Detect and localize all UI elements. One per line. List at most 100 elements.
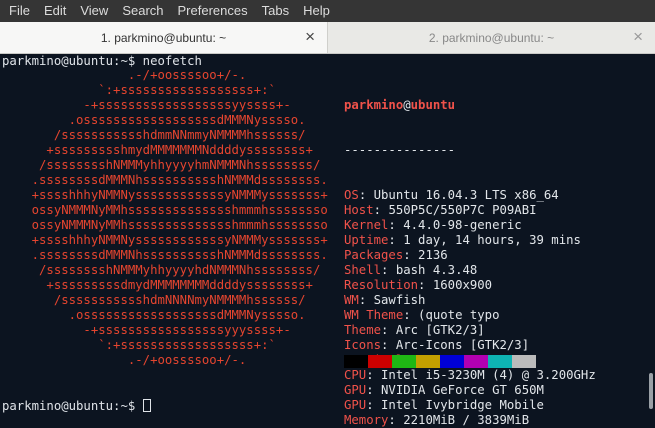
logo-line: `:+ssssssssssssssssss+:`	[2, 83, 276, 97]
logo-line: /ssssssssssshdmNNNNmyNMMMMhssssss/	[2, 293, 306, 307]
terminal-scrollbar[interactable]	[645, 54, 655, 415]
info-colon: :	[366, 368, 382, 382]
menu-edit[interactable]: Edit	[37, 0, 73, 22]
color-swatch	[440, 355, 464, 368]
info-value: Sawfish	[373, 293, 426, 307]
info-colon: :	[358, 293, 374, 307]
menu-file[interactable]: File	[2, 0, 37, 22]
username: parkmino	[344, 98, 404, 112]
info-colon: :	[388, 233, 404, 247]
info-row: Resolution: 1600x900	[344, 278, 596, 293]
info-colon: :	[366, 383, 382, 397]
info-colon: :	[388, 413, 404, 427]
system-info: parkmino@ubuntu --------------- OS: Ubun…	[344, 68, 596, 428]
info-key: CPU	[344, 368, 367, 382]
info-key: WM Theme	[344, 308, 404, 322]
menu-tabs[interactable]: Tabs	[255, 0, 296, 22]
info-key: Memory	[344, 413, 389, 427]
logo-line: /sssssssshNMMMyhhyyyyhdNMMMNhssssssss/	[2, 263, 321, 277]
logo-line: +sssshhhyNMMNyssssssssssssyNMMMysssssss+	[2, 233, 328, 247]
tab-bar: 1. parkmino@ubuntu: ~ × 2. parkmino@ubun…	[0, 22, 655, 54]
info-value: (quote typo	[418, 308, 500, 322]
menu-help[interactable]: Help	[296, 0, 337, 22]
tab-1-close-icon[interactable]: ×	[305, 28, 315, 46]
info-colon: :	[373, 203, 389, 217]
logo-line: -+sssssssssssssssssyyyssss+-	[2, 323, 291, 337]
color-swatch	[512, 355, 536, 368]
logo-line: ossyNMMMNyMMhsssssssssssssshmmmhssssssso	[2, 203, 328, 217]
info-key: WM	[344, 293, 359, 307]
menu-preferences[interactable]: Preferences	[171, 0, 255, 22]
logo-line: .-/+oossssoo+/-.	[2, 353, 247, 367]
logo-line: `:+ssssssssssssssssss+:`	[2, 338, 276, 352]
info-key: OS	[344, 188, 359, 202]
terminal-area[interactable]: parkmino@ubuntu:~$ neofetch .-/+oossssoo…	[0, 54, 645, 427]
color-swatch	[368, 355, 392, 368]
info-row: GPU: NVIDIA GeForce GT 650M	[344, 383, 596, 398]
info-key: Packages	[344, 248, 404, 262]
info-key: Theme	[344, 323, 382, 337]
ubuntu-ascii-logo: .-/+oossssoo+/-. `:+ssssssssssssssssss+:…	[2, 68, 328, 368]
info-key: Kernel	[344, 218, 389, 232]
tab-1[interactable]: 1. parkmino@ubuntu: ~ ×	[0, 22, 328, 53]
logo-line: ossyNMMMNyMMhsssssssssssssshmmmhssssssso	[2, 218, 328, 232]
logo-line: -+ssssssssssssssssssyyssss+-	[2, 98, 291, 112]
info-value: 550P5C/550P7C P09ABI	[388, 203, 537, 217]
color-swatch	[392, 355, 416, 368]
info-value: Ubuntu 16.04.3 LTS x86_64	[373, 188, 559, 202]
info-key: GPU	[344, 383, 367, 397]
info-row: GPU: Intel Ivybridge Mobile	[344, 398, 596, 413]
color-swatch	[488, 355, 512, 368]
info-value: 4.4.0-98-generic	[403, 218, 522, 232]
info-key: Shell	[344, 263, 382, 277]
info-key: Resolution	[344, 278, 419, 292]
info-value: 2210MiB / 3839MiB	[403, 413, 530, 427]
tab-2[interactable]: 2. parkmino@ubuntu: ~ ×	[328, 22, 655, 53]
logo-line: +sssssssssdmydMMMMMMMMddddyssssssss+	[2, 278, 313, 292]
info-value: NVIDIA GeForce GT 650M	[381, 383, 544, 397]
command-prompt-line-current[interactable]: parkmino@ubuntu:~$	[2, 399, 151, 414]
info-key: Uptime	[344, 233, 389, 247]
info-row: WM Theme: (quote typo	[344, 308, 596, 323]
logo-line: .ossssssssssssssssssdMMMNysssso.	[2, 113, 306, 127]
logo-line: +sssshhhyNMMNyssssssssssssyNMMMysssssss+	[2, 188, 328, 202]
info-row: Host: 550P5C/550P7C P09ABI	[344, 203, 596, 218]
info-value: 1600x900	[432, 278, 493, 292]
info-value: Arc-Icons [GTK2/3]	[395, 338, 530, 352]
info-colon: :	[381, 263, 396, 277]
info-value: Intel Ivybridge Mobile	[381, 398, 544, 412]
logo-line: .-/+oossssoo+/-.	[2, 68, 247, 82]
color-palette	[344, 355, 536, 368]
info-key: Icons	[344, 338, 382, 352]
info-colon: :	[381, 338, 396, 352]
at-sign: @	[403, 98, 411, 112]
color-swatch	[344, 355, 368, 368]
info-value: bash 4.3.48	[395, 263, 478, 277]
menu-search[interactable]: Search	[115, 0, 170, 22]
color-swatch	[416, 355, 440, 368]
info-colon: :	[388, 218, 404, 232]
info-row: Theme: Arc [GTK2/3]	[344, 323, 596, 338]
color-swatch	[464, 355, 488, 368]
info-row: Packages: 2136	[344, 248, 596, 263]
scrollbar-thumb[interactable]	[649, 373, 653, 409]
logo-line: +ssssssssshmydMMMMMMMNddddyssssssss+	[2, 143, 313, 157]
info-row: WM: Sawfish	[344, 293, 596, 308]
info-colon: :	[403, 248, 419, 262]
info-row: Kernel: 4.4.0-98-generic	[344, 218, 596, 233]
info-row: OS: Ubuntu 16.04.3 LTS x86_64	[344, 188, 596, 203]
info-key: GPU	[344, 398, 367, 412]
info-row: Icons: Arc-Icons [GTK2/3]	[344, 338, 596, 353]
tab-2-close-icon[interactable]: ×	[633, 28, 643, 46]
logo-line: /sssssssshNMMMyhhyyyyhmNMMMNhssssssss/	[2, 158, 321, 172]
info-row: Uptime: 1 day, 14 hours, 39 mins	[344, 233, 596, 248]
prompt-text: parkmino@ubuntu:~$	[2, 399, 143, 413]
separator-line: ---------------	[344, 143, 456, 157]
info-row: Memory: 2210MiB / 3839MiB	[344, 413, 596, 428]
logo-line: .ossssssssssssssssssdMMMNysssso.	[2, 308, 306, 322]
logo-line: .ssssssssdMMMNhsssssssssshNMMMdssssssss.	[2, 173, 328, 187]
info-colon: :	[358, 188, 374, 202]
logo-line: /ssssssssssshdmmNNmmyNMMMMhssssss/	[2, 128, 306, 142]
menu-view[interactable]: View	[73, 0, 115, 22]
tab-2-label: 2. parkmino@ubuntu: ~	[428, 30, 555, 45]
